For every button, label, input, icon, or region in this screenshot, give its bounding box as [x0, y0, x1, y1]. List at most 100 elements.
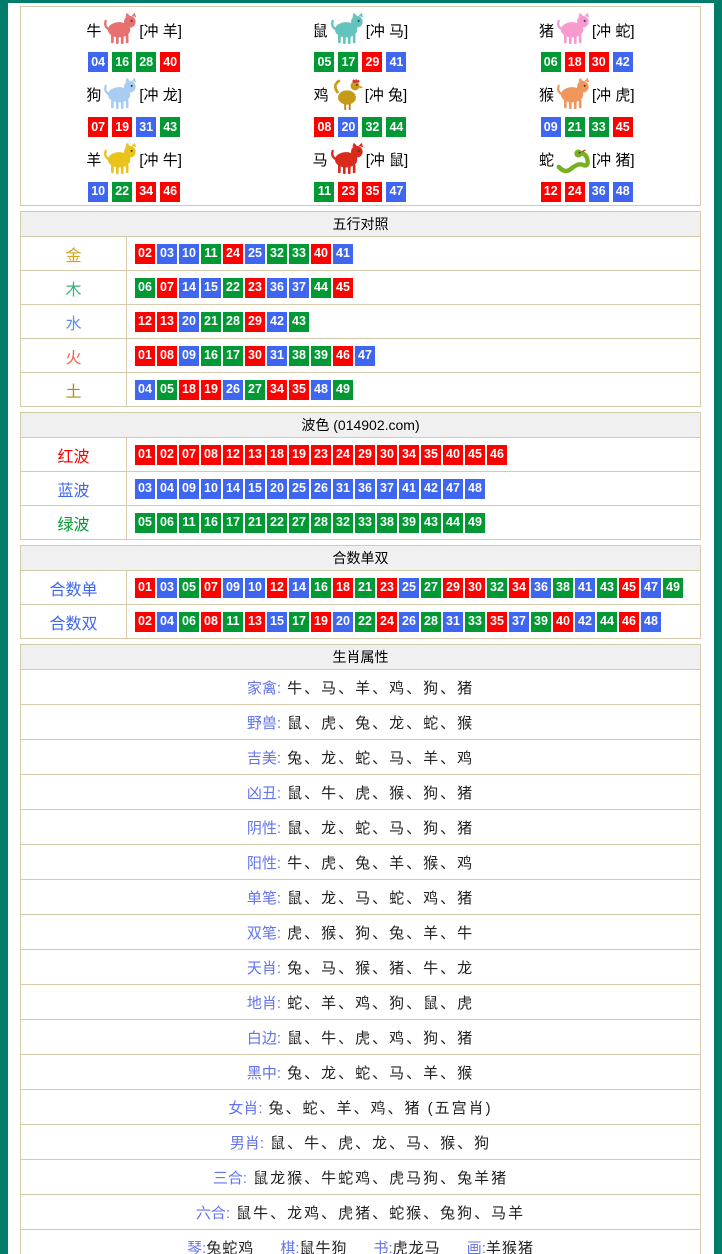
number-ball: 28: [311, 513, 331, 533]
zodiac-numbers: 09213345: [541, 117, 633, 137]
number-ball: 43: [421, 513, 441, 533]
number-ball: 48: [613, 182, 633, 202]
number-ball: 47: [355, 346, 375, 366]
number-ball: 10: [201, 479, 221, 499]
number-ball: 27: [245, 380, 265, 400]
row-numbers: 04051819262734354849: [127, 373, 700, 406]
number-ball: 32: [487, 578, 507, 598]
number-ball: 27: [289, 513, 309, 533]
number-ball: 24: [223, 244, 243, 264]
attribute-label: 男肖:: [230, 1132, 264, 1153]
number-ball: 11: [314, 182, 334, 202]
monkey-icon: [554, 76, 592, 114]
number-ball: 24: [377, 612, 397, 632]
zodiac-cell: 狗[冲 龙]07193143: [21, 74, 247, 138]
section-title-wave-colors: 波色 (014902.com): [21, 413, 700, 438]
number-ball: 32: [267, 244, 287, 264]
number-ball: 23: [311, 445, 331, 465]
number-ball: 08: [157, 346, 177, 366]
zodiac-name: 牛: [86, 20, 101, 41]
number-ball: 06: [541, 52, 561, 72]
row-label: 蓝波: [21, 472, 127, 505]
number-ball: 45: [333, 278, 353, 298]
number-ball: 35: [362, 182, 382, 202]
attribute-value: 蛇、羊、鸡、狗、鼠、虎: [287, 992, 474, 1013]
number-ball: 40: [160, 52, 180, 72]
attribute-value: 牛、马、羊、鸡、狗、猪: [287, 677, 474, 698]
zodiac-name: 马: [313, 149, 328, 170]
number-ball: 14: [289, 578, 309, 598]
zodiac-name: 猴: [539, 84, 554, 105]
section-row: 蓝波03040910141520252631363741424748: [21, 472, 700, 506]
number-ball: 06: [179, 612, 199, 632]
attribute-row: 双笔:虎、猴、狗、兔、羊、牛: [21, 915, 700, 950]
zodiac-name: 狗: [86, 84, 101, 105]
number-ball: 31: [443, 612, 463, 632]
number-ball: 18: [267, 445, 287, 465]
number-ball: 32: [333, 513, 353, 533]
number-ball: 01: [135, 578, 155, 598]
section-row: 火0108091617303138394647: [21, 339, 700, 373]
number-ball: 47: [443, 479, 463, 499]
attribute-value: 兔蛇鸡: [206, 1237, 254, 1254]
number-ball: 02: [135, 612, 155, 632]
zodiac-title: 羊[冲 牛]: [86, 140, 182, 180]
ox-icon: [101, 11, 139, 49]
number-ball: 35: [487, 612, 507, 632]
number-ball: 42: [575, 612, 595, 632]
attribute-label: 琴:: [187, 1237, 206, 1254]
section-wave-colors: 波色 (014902.com)红波01020708121318192324293…: [20, 412, 701, 540]
zodiac-clash-label: [冲 猪]: [592, 149, 635, 170]
number-ball: 07: [201, 578, 221, 598]
attribute-row: 野兽:鼠、虎、兔、龙、蛇、猴: [21, 705, 700, 740]
row-numbers: 05061116172122272832333839434449: [127, 506, 700, 539]
arts-pair: 书:虎龙马: [374, 1237, 441, 1254]
zodiac-title: 马[冲 鼠]: [313, 140, 409, 180]
number-ball: 45: [465, 445, 485, 465]
attribute-label: 家禽:: [247, 677, 281, 698]
number-ball: 45: [619, 578, 639, 598]
number-ball: 08: [201, 445, 221, 465]
number-ball: 22: [267, 513, 287, 533]
content: 牛[冲 羊]04162840鼠[冲 马]05172941猪[冲 蛇]061830…: [20, 6, 701, 1254]
attribute-value: 鼠、虎、兔、龙、蛇、猴: [287, 712, 474, 733]
zodiac-clash-label: [冲 羊]: [139, 20, 182, 41]
number-ball: 07: [157, 278, 177, 298]
zodiac-clash-label: [冲 蛇]: [592, 20, 635, 41]
number-ball: 34: [267, 380, 287, 400]
zodiac-clash-label: [冲 虎]: [592, 84, 635, 105]
pig-icon: [554, 11, 592, 49]
number-ball: 33: [355, 513, 375, 533]
number-ball: 22: [223, 278, 243, 298]
number-ball: 12: [541, 182, 561, 202]
number-ball: 10: [179, 244, 199, 264]
number-ball: 14: [179, 278, 199, 298]
number-ball: 33: [465, 612, 485, 632]
number-ball: 48: [465, 479, 485, 499]
number-ball: 20: [338, 117, 358, 137]
zodiac-numbers: 08203244: [314, 117, 406, 137]
number-ball: 21: [201, 312, 221, 332]
number-ball: 34: [399, 445, 419, 465]
attribute-value: 鼠牛狗: [299, 1237, 347, 1254]
attribute-value: 兔、蛇、羊、鸡、猪 (五宫肖): [269, 1097, 493, 1118]
number-ball: 16: [201, 513, 221, 533]
number-ball: 36: [589, 182, 609, 202]
number-ball: 01: [135, 346, 155, 366]
number-ball: 39: [311, 346, 331, 366]
rat-icon: [328, 11, 366, 49]
number-ball: 38: [289, 346, 309, 366]
number-ball: 04: [157, 479, 177, 499]
snake-icon: [554, 142, 592, 178]
number-ball: 38: [377, 513, 397, 533]
attribute-row: 天肖:兔、马、猴、猪、牛、龙: [21, 950, 700, 985]
number-ball: 28: [223, 312, 243, 332]
attribute-label: 画:: [467, 1237, 486, 1254]
number-ball: 18: [179, 380, 199, 400]
arts-pair: 琴:兔蛇鸡: [187, 1237, 254, 1254]
number-ball: 42: [421, 479, 441, 499]
attribute-label: 凶丑:: [247, 782, 281, 803]
number-ball: 35: [289, 380, 309, 400]
attribute-value: 羊猴猪: [486, 1237, 534, 1254]
attribute-row: 女肖:兔、蛇、羊、鸡、猪 (五宫肖): [21, 1090, 700, 1125]
